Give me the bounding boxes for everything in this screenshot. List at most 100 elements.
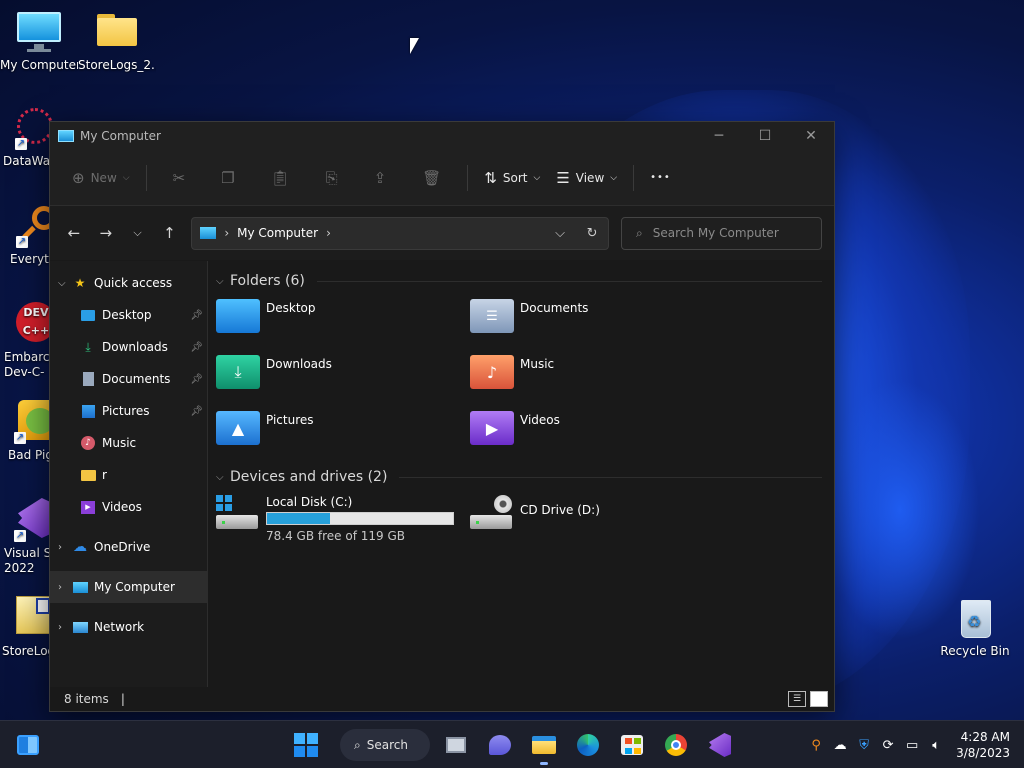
task-view-button[interactable] bbox=[440, 729, 472, 761]
chevron-right-icon[interactable]: › bbox=[326, 226, 331, 240]
desktop-icon-label: Bad Pig bbox=[8, 448, 53, 462]
visual-studio-icon bbox=[709, 733, 731, 757]
pictures-folder-icon: ▲ bbox=[216, 411, 260, 445]
music-icon: ♪ bbox=[80, 435, 96, 451]
large-icons-view-button[interactable] bbox=[810, 691, 828, 707]
onedrive-tray-icon[interactable]: ☁ bbox=[828, 738, 852, 753]
breadcrumb-my-computer[interactable]: My Computer bbox=[237, 226, 318, 240]
nav-my-computer[interactable]: › My Computer bbox=[50, 571, 207, 603]
folders-group-header[interactable]: ⌵ Folders (6) bbox=[216, 267, 834, 295]
chevron-down-icon: ⌵ bbox=[533, 172, 541, 183]
widgets-button[interactable] bbox=[12, 729, 44, 761]
desktop-icon-visual-studio[interactable]: ↗ Visual St 2022 bbox=[0, 498, 56, 576]
close-button[interactable]: ✕ bbox=[788, 122, 834, 150]
documents-folder-icon: ☰ bbox=[470, 299, 514, 333]
clock[interactable]: 4:28 AM 3/8/2023 bbox=[956, 729, 1024, 761]
computer-icon bbox=[72, 579, 88, 595]
share-button[interactable]: ⇪ bbox=[356, 161, 405, 195]
pin-icon: 📌︎ bbox=[190, 341, 203, 353]
drive-item-local-disk[interactable]: Local Disk (C:) 78.4 GB free of 119 GB bbox=[216, 495, 470, 543]
cd-drive-icon bbox=[470, 495, 514, 529]
edge-button[interactable] bbox=[572, 729, 604, 761]
drives-group-header[interactable]: ⌵ Devices and drives (2) bbox=[216, 463, 834, 491]
folder-item-music[interactable]: ♪ Music bbox=[470, 351, 724, 407]
desktop-icon-label: Recycle Bin bbox=[940, 644, 1010, 658]
minimize-button[interactable]: ─ bbox=[696, 122, 742, 150]
forward-button[interactable]: → bbox=[90, 217, 122, 249]
copy-button[interactable]: ❐ bbox=[203, 161, 252, 195]
folder-item-downloads[interactable]: ⤓ Downloads bbox=[216, 351, 470, 407]
pictures-icon bbox=[80, 403, 96, 419]
desktop-icon-bad-piggies[interactable]: ↗ Bad Pig bbox=[0, 400, 58, 463]
refresh-button[interactable]: ↻ bbox=[576, 226, 608, 241]
view-button[interactable]: ☰ View ⌵ bbox=[548, 161, 625, 195]
task-view-icon bbox=[446, 737, 466, 753]
volume-icon[interactable]: 🔈︎ bbox=[924, 738, 948, 753]
nav-item-documents[interactable]: Documents 📌︎ bbox=[50, 363, 207, 395]
search-box[interactable]: ⌕ Search My Computer bbox=[621, 216, 823, 250]
everything-tray-icon[interactable]: ⚲ bbox=[804, 738, 828, 753]
folder-item-pictures[interactable]: ▲ Pictures bbox=[216, 407, 470, 463]
nav-item-music[interactable]: ♪ Music bbox=[50, 427, 207, 459]
folder-item-videos[interactable]: ▶ Videos bbox=[470, 407, 724, 463]
desktop-icon-recycle-bin[interactable]: ♻ Recycle Bin bbox=[936, 596, 1014, 659]
recent-locations-button[interactable]: ⌵ bbox=[122, 217, 154, 249]
view-switcher: ☰ bbox=[784, 691, 828, 707]
nav-label: Downloads bbox=[102, 340, 168, 354]
nav-network[interactable]: › Network bbox=[50, 611, 207, 643]
desktop-icon-storelogs[interactable]: StoreLogs_2... bbox=[78, 10, 156, 73]
title-bar[interactable]: My Computer ─ ☐ ✕ bbox=[50, 122, 834, 150]
network-monitor-icon[interactable]: ▭ bbox=[900, 738, 924, 753]
explorer-window: My Computer ─ ☐ ✕ ⊕ New ⌵ ✂ ❐ 📋︎ ⎘ ⇪ 🗑︎ … bbox=[49, 121, 835, 712]
nav-item-r[interactable]: r bbox=[50, 459, 207, 491]
desktop-icon-datawag[interactable]: ↗ DataWag bbox=[0, 106, 53, 169]
visual-studio-taskbar-button[interactable] bbox=[704, 729, 736, 761]
delete-button[interactable]: 🗑︎ bbox=[404, 161, 459, 195]
chevron-down-icon: ⌵ bbox=[58, 277, 66, 289]
chevron-right-icon: › bbox=[58, 621, 62, 633]
taskbar-search-button[interactable]: ⌕ Search bbox=[340, 729, 430, 761]
group-divider bbox=[316, 280, 822, 282]
desktop-icon-everything[interactable]: ↗ Everyth bbox=[0, 204, 56, 267]
pin-icon: 📌︎ bbox=[190, 309, 203, 321]
sort-button[interactable]: ⇅ Sort ⌵ bbox=[476, 161, 548, 195]
desktop-icon-devcpp[interactable]: DEV C++ Embarca Dev-C- bbox=[0, 302, 57, 380]
details-view-button[interactable]: ☰ bbox=[788, 691, 806, 707]
more-options-button[interactable]: ••• bbox=[642, 161, 679, 195]
nav-item-pictures[interactable]: Pictures 📌︎ bbox=[50, 395, 207, 427]
nav-quick-access[interactable]: ⌵ ★ Quick access bbox=[50, 267, 207, 299]
desktop-icon-storelog[interactable]: StoreLog bbox=[0, 596, 52, 659]
address-bar[interactable]: › My Computer › ⌵ ↻ bbox=[191, 216, 610, 250]
start-button[interactable] bbox=[290, 729, 322, 761]
nav-label: Music bbox=[102, 436, 137, 450]
nav-item-desktop[interactable]: Desktop 📌︎ bbox=[50, 299, 207, 331]
security-shield-icon[interactable]: ⛨ bbox=[852, 738, 876, 753]
toolbar-divider bbox=[467, 164, 469, 191]
paste-button[interactable]: 📋︎ bbox=[253, 161, 308, 195]
address-dropdown-button[interactable]: ⌵ bbox=[544, 226, 576, 241]
folder-item-documents[interactable]: ☰ Documents bbox=[470, 295, 724, 351]
rename-button[interactable]: ⎘ bbox=[308, 161, 356, 195]
up-button[interactable]: ↑ bbox=[153, 217, 185, 249]
chevron-down-icon: ⌵ bbox=[133, 226, 142, 239]
arrow-left-icon: ← bbox=[67, 224, 81, 242]
running-indicator bbox=[540, 762, 548, 765]
desktop-icon-my-computer[interactable]: My Computer bbox=[0, 10, 78, 73]
back-button[interactable]: ← bbox=[58, 217, 90, 249]
sync-icon[interactable]: ⟳ bbox=[876, 738, 900, 753]
file-explorer-taskbar-button[interactable] bbox=[528, 729, 560, 765]
drive-item-cd-drive[interactable]: CD Drive (D:) bbox=[470, 495, 724, 543]
chrome-button[interactable] bbox=[660, 729, 692, 761]
store-button[interactable] bbox=[616, 729, 648, 761]
nav-item-downloads[interactable]: ⤓ Downloads 📌︎ bbox=[50, 331, 207, 363]
nav-item-videos[interactable]: ▶ Videos bbox=[50, 491, 207, 523]
cut-button[interactable]: ✂ bbox=[155, 161, 204, 195]
nav-onedrive[interactable]: › ☁ OneDrive bbox=[50, 531, 207, 563]
drive-name: CD Drive (D:) bbox=[520, 503, 600, 517]
new-button[interactable]: ⊕ New ⌵ bbox=[64, 161, 138, 195]
teams-chat-button[interactable] bbox=[484, 729, 516, 761]
computer-icon bbox=[200, 227, 217, 239]
folder-item-desktop[interactable]: Desktop bbox=[216, 295, 470, 351]
maximize-button[interactable]: ☐ bbox=[742, 122, 788, 150]
nav-label: Pictures bbox=[102, 404, 150, 418]
